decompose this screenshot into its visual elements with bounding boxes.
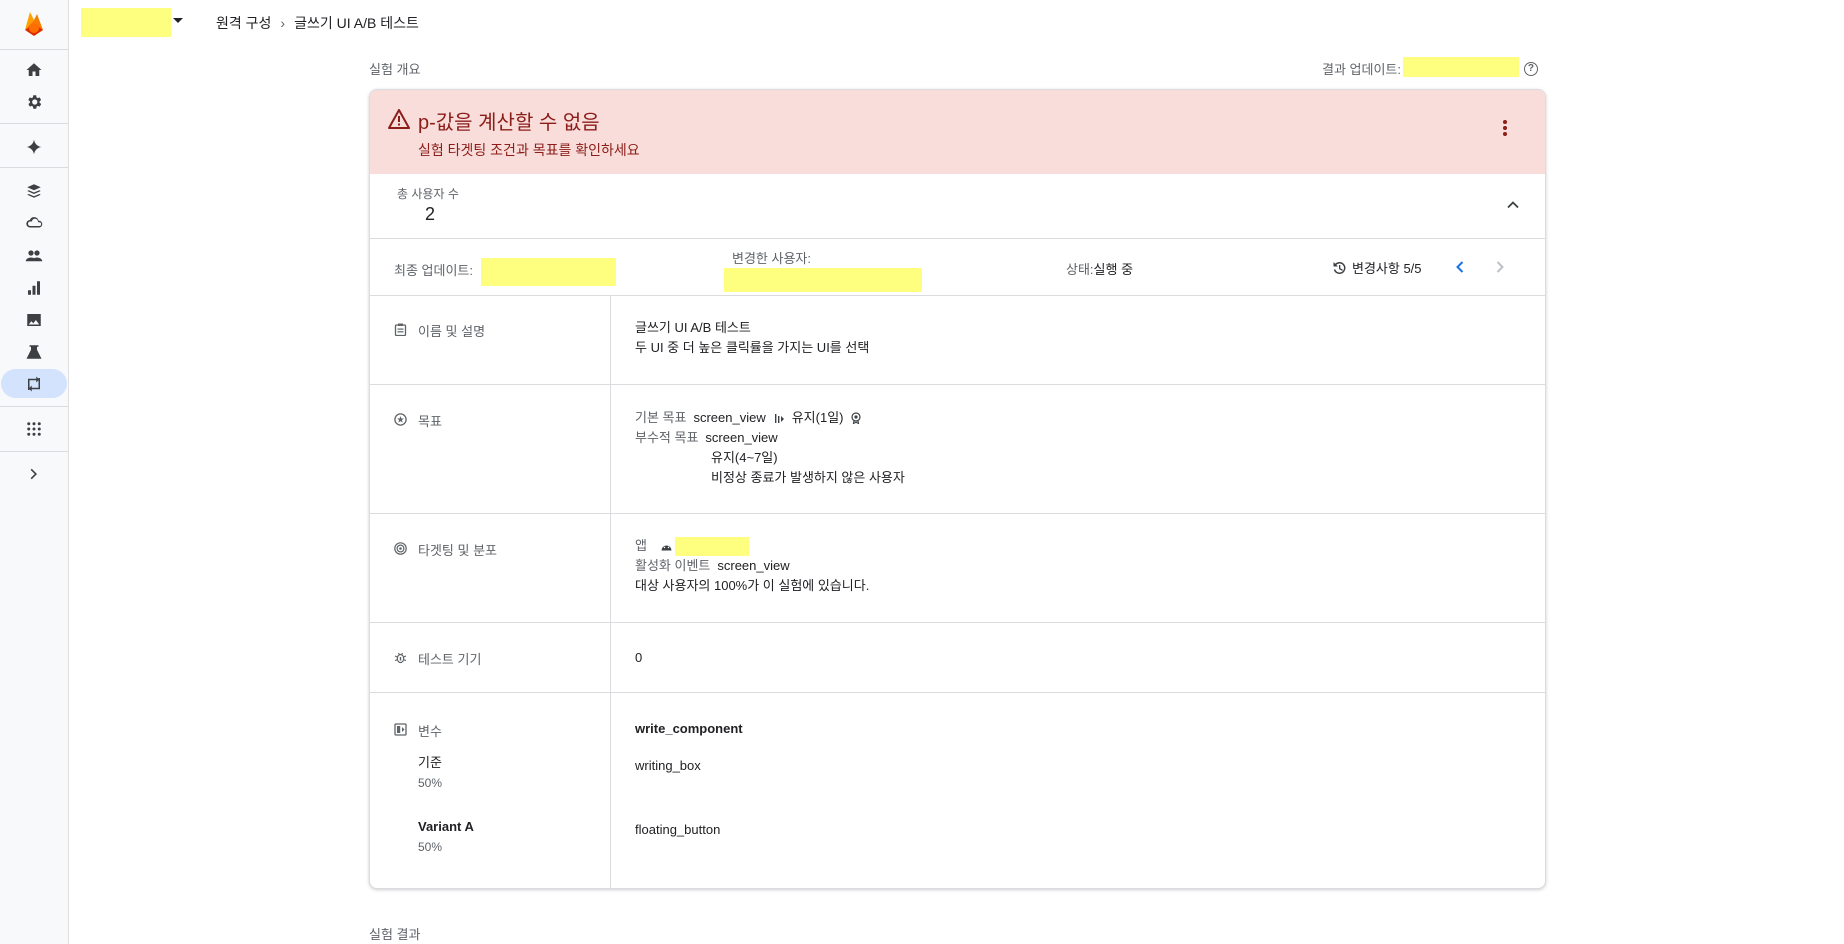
variant-parameter: write_component xyxy=(635,721,743,736)
expand-rail-icon[interactable] xyxy=(21,461,47,487)
home-icon[interactable] xyxy=(21,57,47,83)
primary-goal-metric: 유지(1일) xyxy=(791,410,844,425)
activation-event: screen_view xyxy=(717,558,790,573)
section-goals: 목표 기본 목표 screen_view 유지(1일) 부수적 목표 scree… xyxy=(370,385,1545,514)
collapse-chevron-icon[interactable] xyxy=(1506,198,1520,212)
results-update-label: 결과 업데이트: xyxy=(1322,62,1401,77)
database-icon[interactable] xyxy=(21,178,47,204)
android-icon xyxy=(661,545,672,550)
section-variants: 변수 write_component 기준 50% writing_box Va… xyxy=(370,693,1545,888)
settings-icon[interactable] xyxy=(21,89,47,115)
experiment-name: 글쓰기 UI A/B 테스트 xyxy=(635,320,751,335)
activation-event-label: 활성화 이벤트 xyxy=(635,558,711,573)
warning-icon xyxy=(388,109,410,129)
total-users-label: 총 사용자 수 xyxy=(397,187,459,201)
overview-title: 실험 개요 xyxy=(369,62,421,77)
more-options-icon[interactable] xyxy=(1499,118,1511,138)
status-value: 실행 중 xyxy=(1093,262,1134,277)
experiment-description: 두 UI 중 더 높은 클릭률을 가지는 UI를 선택 xyxy=(635,340,870,355)
secondary-goal-item: screen_view xyxy=(705,430,778,445)
results-update-value-redacted xyxy=(1402,57,1519,77)
award-icon xyxy=(850,412,861,424)
bug-icon xyxy=(394,652,407,664)
breadcrumb: 원격 구성 › 글쓰기 UI A/B 테스트 xyxy=(216,13,419,33)
history-icon xyxy=(1333,261,1346,274)
app-id-redacted xyxy=(674,536,749,556)
last-updated-value-redacted xyxy=(481,258,616,286)
primary-goal-event: screen_view xyxy=(693,410,766,425)
variant-baseline: 기준 50% xyxy=(418,753,442,793)
primary-goal-label: 기본 목표 xyxy=(635,410,687,425)
meta-row: 최종 업데이트: 변경한 사용자: 상태:실행 중 변경사항 5/5 xyxy=(370,239,1545,296)
variant-name: 기준 xyxy=(418,755,442,770)
status: 상태:실행 중 xyxy=(1066,259,1133,278)
apps-grid-icon[interactable] xyxy=(21,416,47,442)
cloud-icon[interactable] xyxy=(21,210,47,236)
breadcrumb-parent[interactable]: 원격 구성 xyxy=(216,13,271,33)
section-title-test-devices: 테스트 기기 xyxy=(418,652,482,667)
section-title-variants: 변수 xyxy=(418,724,442,739)
experiment-card: p-값을 계산할 수 없음 실험 타겟팅 조건과 목표를 확인하세요 총 사용자… xyxy=(369,89,1546,889)
variant-a: Variant A 50% xyxy=(418,817,474,857)
previous-version-icon[interactable] xyxy=(1452,259,1468,275)
star-badge-icon xyxy=(394,413,407,426)
variant-percent: 50% xyxy=(418,840,443,854)
clipboard-icon xyxy=(394,323,407,336)
secondary-goal-label: 부수적 목표 xyxy=(635,430,699,445)
variant-name: Variant A xyxy=(418,819,474,834)
status-label: 상태: xyxy=(1066,262,1094,277)
last-updated-label: 최종 업데이트: xyxy=(394,263,473,278)
nav-rail xyxy=(0,0,69,944)
analytics-icon[interactable] xyxy=(21,275,47,301)
alert-subtitle: 실험 타겟팅 조건과 목표를 확인하세요 xyxy=(418,142,640,158)
project-dropdown-icon[interactable] xyxy=(173,18,183,23)
results-title: 실험 결과 xyxy=(369,927,421,942)
metric-chart-icon xyxy=(774,413,784,423)
section-test-devices: 테스트 기기 0 xyxy=(370,623,1545,693)
section-targeting: 타겟팅 및 분포 앱 활성화 이벤트 screen_view 대상 사용자의 1… xyxy=(370,514,1545,623)
firebase-logo-icon[interactable] xyxy=(21,8,47,38)
total-users-value: 2 xyxy=(425,204,436,224)
image-icon[interactable] xyxy=(21,307,47,333)
users-icon[interactable] xyxy=(21,243,47,269)
changed-by-label: 변경한 사용자: xyxy=(732,251,811,266)
changed-by-value-redacted xyxy=(724,268,922,292)
total-users-row: 총 사용자 수 2 xyxy=(370,174,1545,239)
lab-flask-icon[interactable] xyxy=(21,339,47,365)
target-icon xyxy=(394,542,407,555)
history-button[interactable]: 변경사항 5/5 xyxy=(1331,258,1422,277)
secondary-goal-item: 비정상 종료가 발생하지 않은 사용자 xyxy=(711,470,905,485)
help-icon[interactable]: ? xyxy=(1523,61,1538,76)
history-label: 변경사항 5/5 xyxy=(1352,261,1422,276)
results-update: 결과 업데이트: ? xyxy=(1322,57,1538,78)
variant-value: floating_button xyxy=(635,822,721,837)
breadcrumb-current: 글쓰기 UI A/B 테스트 xyxy=(294,15,419,31)
alert-banner: p-값을 계산할 수 없음 실험 타겟팅 조건과 목표를 확인하세요 xyxy=(370,90,1545,174)
variant-value: writing_box xyxy=(635,758,701,773)
breadcrumb-separator-icon: › xyxy=(280,15,286,31)
section-title-goals: 목표 xyxy=(418,414,442,429)
variant-percent: 50% xyxy=(418,776,443,790)
secondary-goal-item: 유지(4~7일) xyxy=(711,450,778,465)
project-selector[interactable] xyxy=(81,8,171,37)
alert-title: p-값을 계산할 수 없음 xyxy=(418,112,600,134)
gemini-spark-icon[interactable] xyxy=(21,134,47,160)
remote-config-icon[interactable] xyxy=(21,371,47,397)
exposure-text: 대상 사용자의 100%가 이 실험에 있습니다. xyxy=(635,578,870,593)
section-title-targeting: 타겟팅 및 분포 xyxy=(418,543,497,558)
app-label: 앱 xyxy=(635,538,647,553)
variants-icon xyxy=(394,723,407,736)
section-name-description: 이름 및 설명 글쓰기 UI A/B 테스트 두 UI 중 더 높은 클릭률을 … xyxy=(370,296,1545,385)
section-title-name: 이름 및 설명 xyxy=(418,324,486,339)
test-devices-count: 0 xyxy=(635,650,643,665)
next-version-icon[interactable] xyxy=(1492,259,1508,275)
